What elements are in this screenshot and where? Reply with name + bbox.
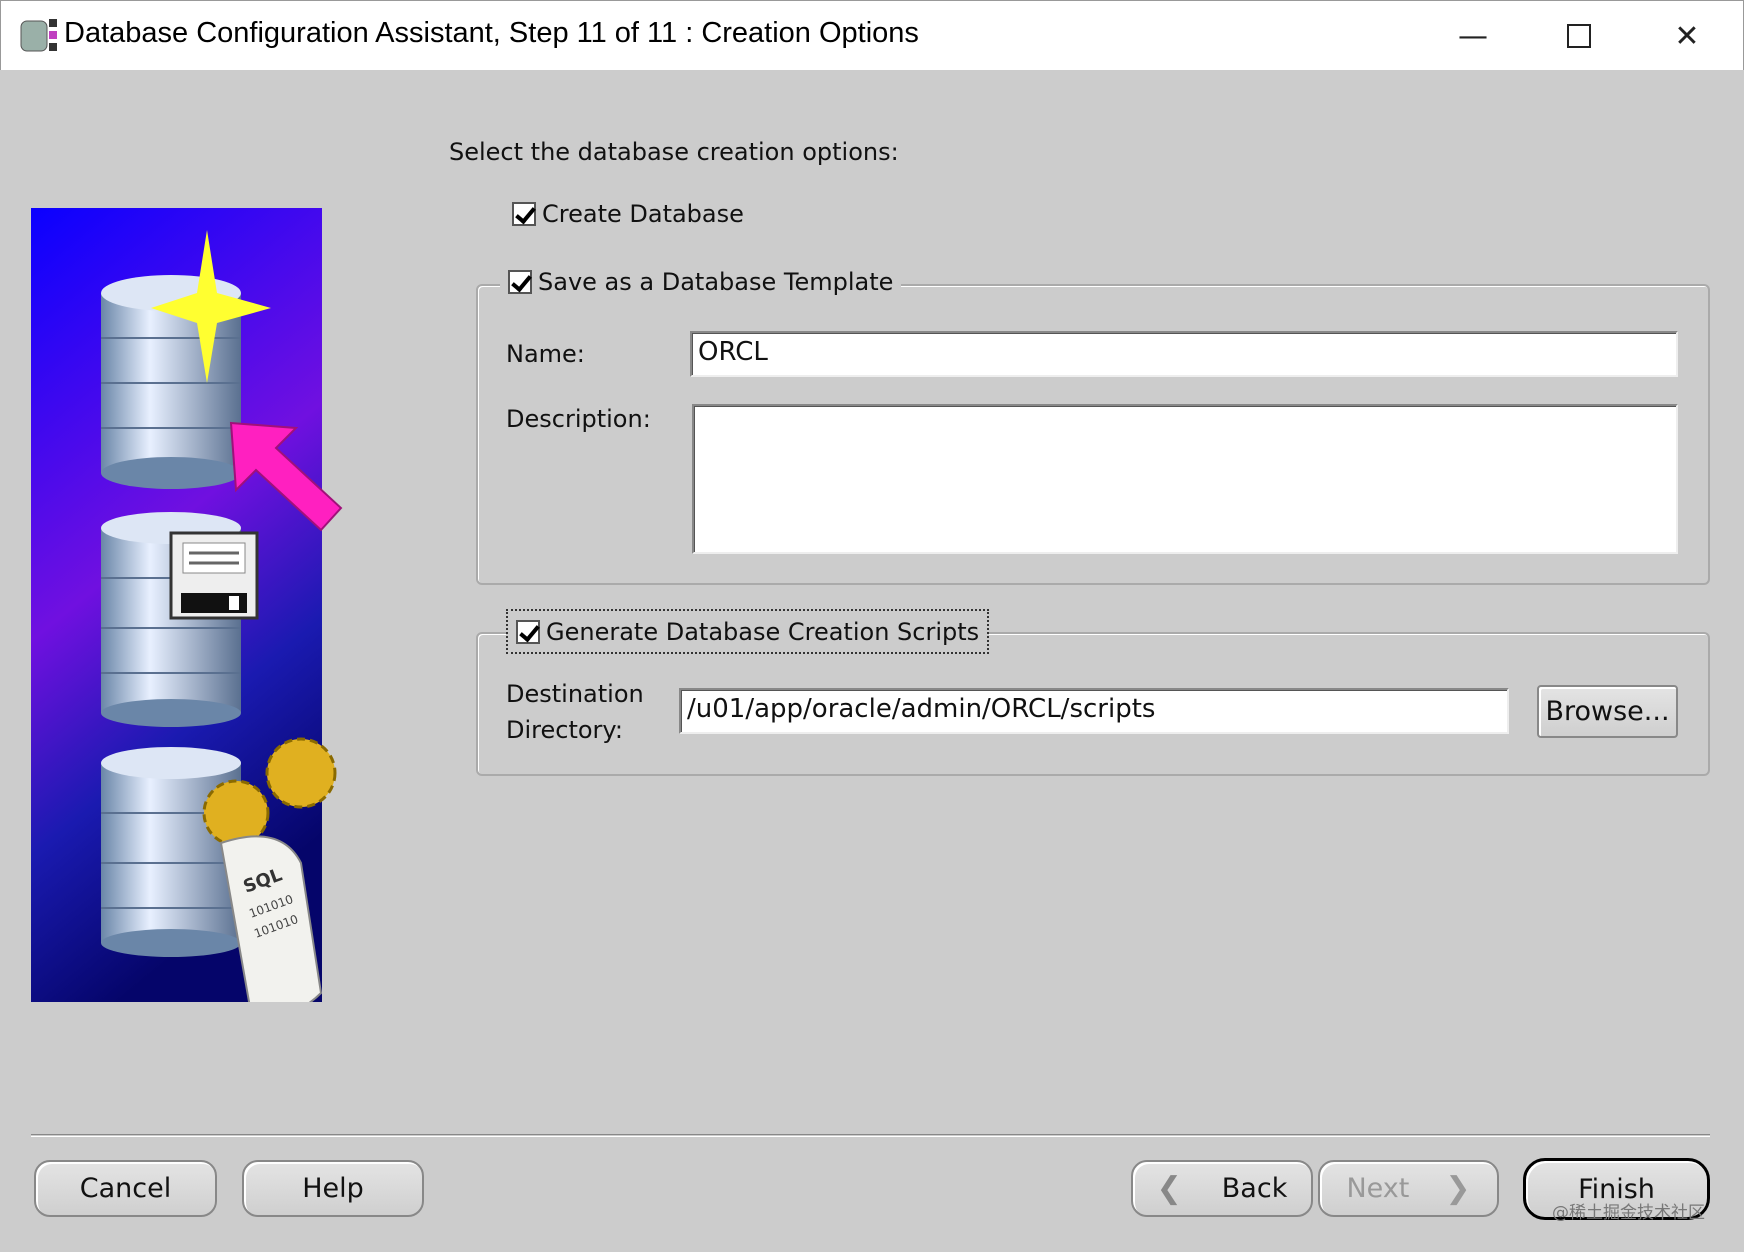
minimize-icon: — (1458, 18, 1488, 54)
checkbox-checked-icon (516, 619, 540, 644)
wizard-illustration: SQL 101010 101010 (31, 208, 343, 1002)
database-cylinder-icon (101, 747, 241, 957)
name-label: Name: (506, 340, 585, 368)
close-icon: ✕ (1674, 18, 1700, 54)
title-bar: Database Configuration Assistant, Step 1… (0, 0, 1744, 70)
maximize-button[interactable] (1549, 11, 1609, 61)
directory-label: Directory: (506, 716, 623, 744)
destination-label: Destination (506, 680, 644, 708)
save-template-checkbox[interactable]: Save as a Database Template (500, 268, 902, 296)
floppy-disk-icon (169, 531, 259, 620)
separator (31, 1134, 1710, 1137)
browse-button[interactable]: Browse... (1537, 685, 1678, 738)
help-button[interactable]: Help (242, 1160, 424, 1217)
minimize-button[interactable]: — (1443, 11, 1503, 61)
template-name-input[interactable]: ORCL (690, 331, 1678, 377)
watermark: @稀土掘金技术社区 (1552, 1203, 1705, 1223)
generate-scripts-checkbox[interactable]: Generate Database Creation Scripts (506, 609, 990, 654)
destination-directory-input[interactable]: /u01/app/oracle/admin/ORCL/scripts (679, 688, 1509, 734)
chevron-left-icon: ❮ (1156, 1171, 1182, 1206)
next-button[interactable]: Next ❯ (1318, 1160, 1499, 1217)
back-button[interactable]: ❮ Back (1131, 1160, 1313, 1217)
instructions-label: Select the database creation options: (449, 138, 899, 166)
template-description-textarea[interactable] (692, 404, 1678, 554)
description-label: Description: (506, 405, 651, 433)
chevron-right-icon: ❯ (1445, 1171, 1471, 1206)
window-title: Database Configuration Assistant, Step 1… (64, 17, 919, 49)
maximize-icon (1567, 24, 1591, 48)
checkbox-checked-icon (508, 270, 532, 294)
close-button[interactable]: ✕ (1657, 11, 1717, 61)
create-database-checkbox[interactable]: Create Database (504, 200, 752, 228)
checkbox-checked-icon (512, 202, 536, 226)
cancel-button[interactable]: Cancel (34, 1160, 217, 1217)
app-icon (20, 19, 57, 52)
